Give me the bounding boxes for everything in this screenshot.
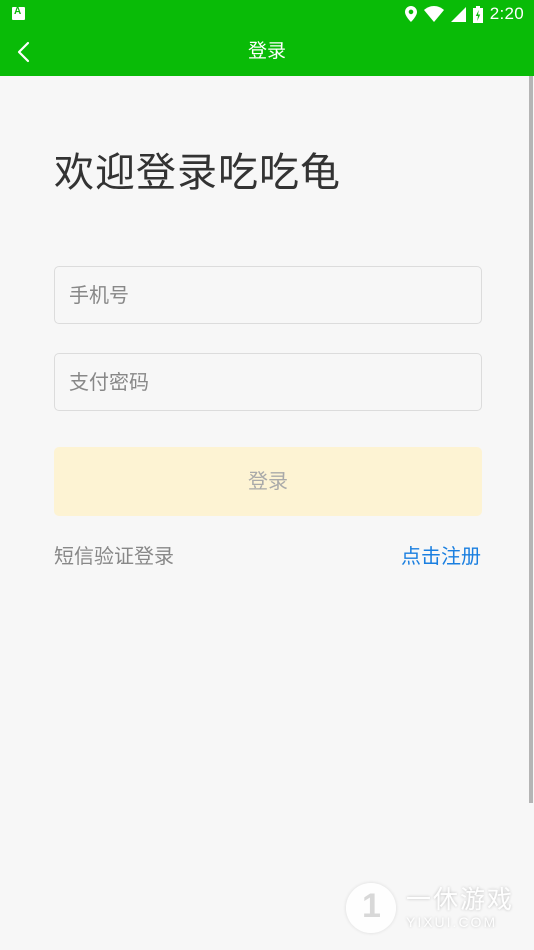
watermark-subtitle: YIXUI.COM [405, 914, 498, 930]
login-button[interactable]: 登录 [54, 447, 482, 516]
phone-input[interactable] [55, 267, 481, 323]
status-bar: 2:20 [0, 0, 534, 28]
welcome-heading: 欢迎登录吃吃龟 [54, 150, 341, 196]
watermark-logo-icon [345, 883, 396, 933]
sms-login-link[interactable]: 短信验证登录 [54, 540, 174, 569]
status-icons: 2:20 [404, 0, 524, 28]
signal-icon [450, 6, 466, 22]
watermark-text: 一休游戏 YIXUI.COM [405, 885, 514, 931]
scrollbar[interactable] [529, 76, 533, 803]
status-time: 2:20 [489, 4, 524, 23]
page-title: 登录 [247, 40, 286, 62]
battery-icon [472, 5, 483, 23]
register-link[interactable]: 点击注册 [401, 540, 481, 569]
password-field[interactable] [54, 353, 482, 411]
watermark: 一休游戏 YIXUI.COM [345, 880, 514, 936]
wifi-icon [423, 6, 444, 22]
watermark-title: 一休游戏 [405, 885, 514, 914]
phone-field[interactable] [54, 266, 482, 324]
top-nav-bar: 登录 [0, 28, 534, 76]
app-notification-icon [12, 6, 25, 20]
password-input[interactable] [55, 354, 481, 410]
location-icon [404, 6, 417, 22]
